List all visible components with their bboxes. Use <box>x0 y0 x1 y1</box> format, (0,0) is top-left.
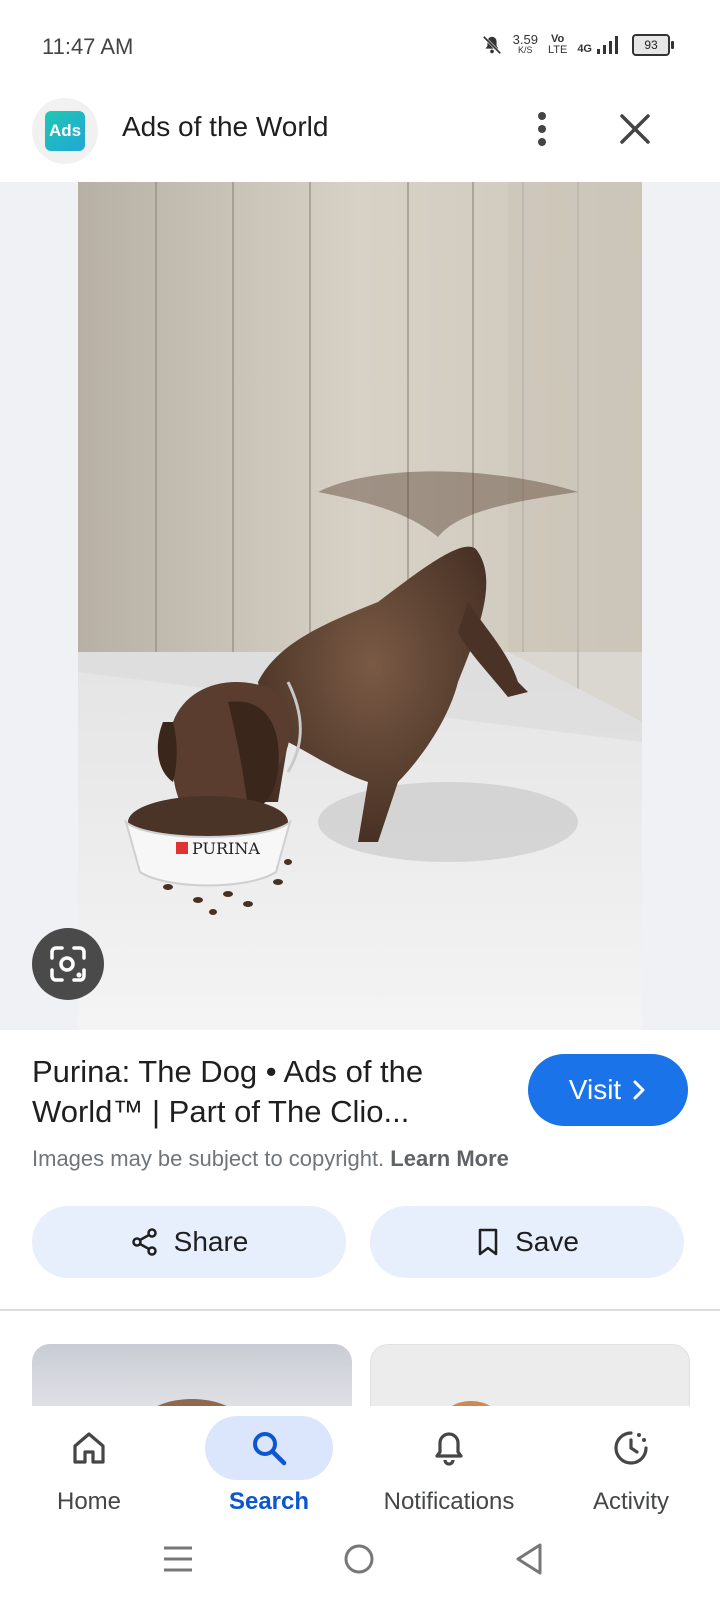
bowl-brand-text: PURINA <box>192 839 260 858</box>
more-vert-icon <box>538 112 546 146</box>
signal-indicator: 4G <box>577 35 622 55</box>
related-image-1-preview <box>146 1399 238 1414</box>
nav-home-label: Home <box>56 1488 122 1515</box>
save-button[interactable]: Save <box>370 1206 684 1278</box>
learn-more-link[interactable]: Learn More <box>390 1146 509 1171</box>
back-button[interactable] <box>512 1541 546 1577</box>
mute-notifications-icon <box>482 35 501 55</box>
lens-icon <box>50 946 86 982</box>
nav-activity-icon-wrap <box>567 1416 695 1480</box>
chevron-right-icon <box>633 1080 645 1100</box>
share-icon <box>131 1228 157 1256</box>
related-image-1[interactable] <box>32 1344 352 1414</box>
nav-search-icon-wrap <box>205 1416 333 1480</box>
save-label: Save <box>515 1226 579 1257</box>
status-time: 11:47 AM <box>42 34 134 59</box>
close-icon <box>620 114 650 144</box>
lens-search-button[interactable] <box>32 928 104 1000</box>
share-button[interactable]: Share <box>32 1206 346 1278</box>
recent-apps-button[interactable] <box>160 1542 196 1576</box>
home-system-button[interactable] <box>342 1542 376 1576</box>
result-image[interactable]: PURINA <box>78 182 642 1030</box>
nav-search-label: Search <box>228 1488 310 1515</box>
system-navigation-bar <box>0 1526 720 1600</box>
signal-icon <box>597 36 618 54</box>
status-icons: 3.59 K/S Vo LTE 4G 93 <box>481 30 674 60</box>
copyright-notice: Images may be subject to copyright. Lear… <box>32 1146 509 1172</box>
dog-eating-photo: PURINA <box>78 182 642 1030</box>
image-preview-area: PURINA <box>0 182 720 1030</box>
copyright-text: Images may be subject to copyright. <box>32 1146 385 1171</box>
nav-activity-label: Activity <box>592 1488 669 1515</box>
more-options-button[interactable] <box>522 106 562 152</box>
related-image-2-preview <box>443 1401 499 1415</box>
network-speed: 3.59 K/S <box>512 32 538 55</box>
volte-indicator: Vo LTE <box>547 33 568 56</box>
result-title[interactable]: Purina: The Dog • Ads of the World™ | Pa… <box>32 1052 502 1132</box>
nav-notifications-icon-wrap <box>385 1416 513 1480</box>
section-divider <box>0 1309 720 1311</box>
bottom-navigation: Home Search Notifications Activity <box>0 1406 720 1526</box>
search-icon <box>253 1432 287 1466</box>
site-logo: Ads <box>32 98 98 164</box>
activity-icon <box>614 1431 648 1465</box>
nav-home-icon-wrap <box>25 1416 153 1480</box>
status-bar: 11:47 AM 3.59 K/S Vo LTE 4G 93 <box>0 0 720 92</box>
battery-indicator: 93 <box>632 34 674 56</box>
bell-icon <box>435 1432 463 1466</box>
nav-notifications-label: Notifications <box>383 1488 515 1515</box>
visit-button[interactable]: Visit <box>528 1054 688 1126</box>
site-name: Ads of the World <box>122 111 329 142</box>
visit-label: Visit <box>568 1074 622 1105</box>
close-button[interactable] <box>612 106 658 152</box>
home-icon <box>73 1432 105 1464</box>
site-logo-text: Ads <box>45 111 85 151</box>
nav-item-home[interactable]: Home <box>4 1406 174 1526</box>
result-header: Ads Ads of the World <box>0 92 720 182</box>
bookmark-icon <box>478 1228 498 1256</box>
nav-item-activity[interactable]: Activity <box>546 1406 716 1526</box>
nav-item-notifications[interactable]: Notifications <box>364 1406 534 1526</box>
nav-item-search[interactable]: Search <box>184 1406 354 1526</box>
share-label: Share <box>173 1226 249 1257</box>
